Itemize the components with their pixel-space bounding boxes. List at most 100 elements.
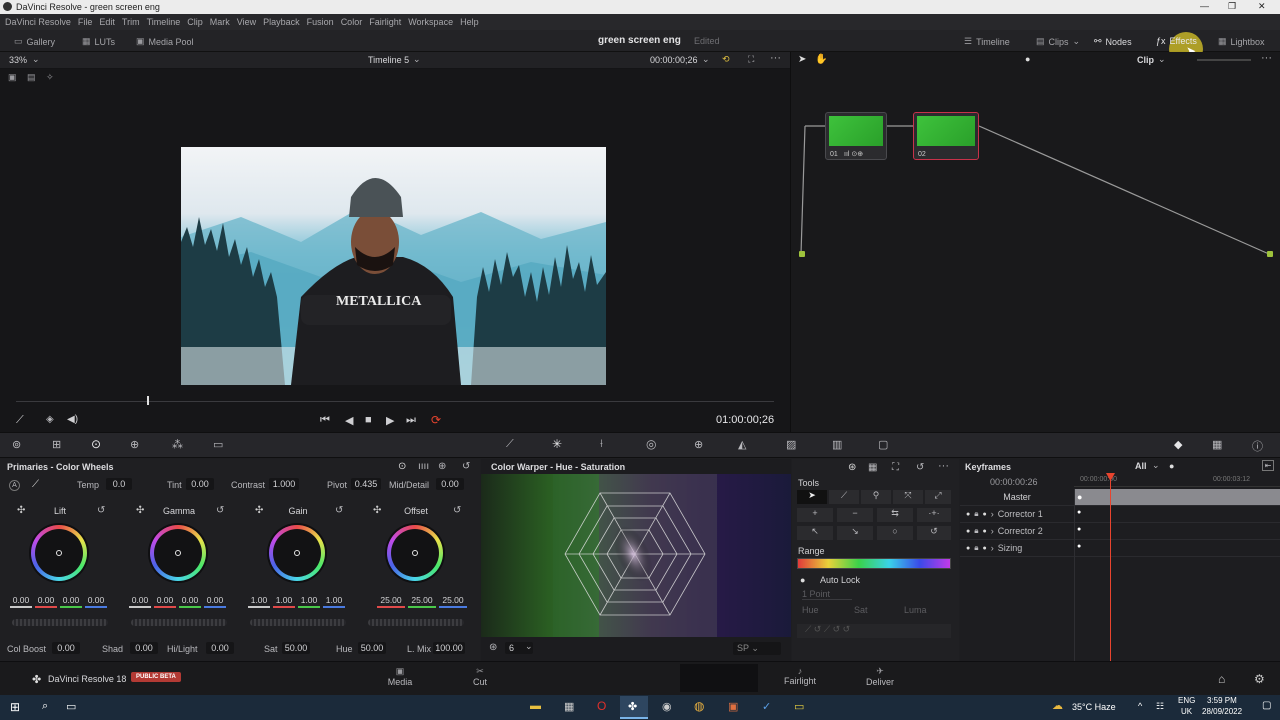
lift-value-field[interactable]: 0.00 (10, 595, 32, 608)
app-icon-1[interactable]: ▦ (564, 700, 574, 713)
qualifier-icon[interactable]: ⟊ (600, 438, 603, 451)
track-enable-icon[interactable]: ● (966, 511, 970, 518)
menu-item-file[interactable]: File (78, 17, 93, 27)
close-icon[interactable]: ✕ (1258, 1, 1266, 12)
cut-page-button[interactable]: ✂ Cut (466, 666, 494, 687)
menu-item-clip[interactable]: Clip (187, 17, 203, 27)
crosshair-icon[interactable]: ✣ (136, 505, 144, 516)
menu-item-davinci-resolve[interactable]: DaVinci Resolve (5, 17, 71, 27)
gamma-value-field[interactable]: 0.00 (129, 595, 151, 608)
reset-icon[interactable]: ↺ (462, 461, 470, 472)
color-warper-icon[interactable]: ✳ (552, 437, 562, 451)
more-options-icon[interactable]: ··· (938, 460, 949, 472)
motion-effects-icon[interactable]: ▭ (213, 438, 223, 451)
bars-mode-icon[interactable]: ıııı (418, 461, 429, 472)
media-page-button[interactable]: ▣ Media (386, 666, 414, 687)
reset-icon[interactable]: ↺ (97, 505, 105, 516)
pick-move-icon[interactable]: ↘ (837, 526, 873, 540)
keyframe-playhead[interactable] (1110, 473, 1111, 661)
offset-value-field[interactable]: 25.00 (377, 595, 405, 608)
blur-icon[interactable]: ▨ (786, 438, 796, 451)
search-icon[interactable]: ⌕ (42, 700, 48, 713)
offset-color-wheel[interactable] (385, 523, 445, 583)
wheel-handle[interactable] (175, 550, 181, 556)
log-mode-icon[interactable]: ⊕ (438, 461, 446, 472)
notification-icon[interactable]: ▢ (1262, 700, 1271, 711)
crosshair-icon[interactable]: ✣ (373, 505, 381, 516)
offset-value-field[interactable]: 25.00 (408, 595, 436, 608)
tray-chevron-icon[interactable]: ^ (1138, 701, 1142, 711)
3d-icon[interactable]: ▢ (878, 438, 888, 451)
tint-field[interactable]: 0.00 (186, 478, 214, 490)
menu-item-fairlight[interactable]: Fairlight (369, 17, 401, 27)
temp-field[interactable]: 0.0 (106, 478, 132, 490)
rgb-mixer-icon[interactable]: ⁂ (172, 438, 183, 451)
more-options-icon[interactable]: ··· (770, 52, 781, 64)
clear-icon[interactable]: ○ (877, 526, 913, 540)
lightbox-button[interactable]: ▦ Lightbox (1218, 36, 1265, 47)
convert-point-icon[interactable]: ⇆ (877, 508, 913, 522)
wheel-handle[interactable] (56, 550, 62, 556)
settings-gear-icon[interactable]: ⚙ (1254, 672, 1265, 686)
lift-value-field[interactable]: 0.00 (35, 595, 57, 608)
crosshair-icon[interactable]: ✣ (17, 505, 25, 516)
stop-icon[interactable]: ■ (365, 414, 372, 426)
autolock-radio-icon[interactable]: ● (800, 575, 805, 585)
keyframe-mode-icon[interactable]: ● (983, 528, 987, 535)
keyframe-dot-icon[interactable]: ● (1077, 509, 1081, 516)
deliver-page-button[interactable]: ✈ Deliver (864, 666, 896, 687)
white-balance-picker-icon[interactable]: ⟋ (32, 479, 39, 490)
hdr-wheels-icon[interactable]: ⊕ (130, 438, 139, 451)
zoom-select[interactable]: 33% (9, 55, 27, 65)
l-mix-field[interactable]: 100.00 (433, 642, 465, 654)
magic-mask-icon[interactable]: ◭ (738, 438, 746, 451)
nodes-toggle-button[interactable]: ⚯ Nodes (1094, 36, 1132, 47)
gain-value-field[interactable]: 1.00 (273, 595, 295, 608)
expand-keyframes-icon[interactable]: ⇤ (1262, 460, 1274, 471)
key-icon[interactable]: ▥ (832, 438, 842, 451)
gamma-master-slider[interactable] (131, 619, 227, 626)
node-01[interactable]: 01 ııl ⊙⊕ (825, 112, 887, 160)
lock-icon[interactable]: 🔒︎ (974, 526, 978, 536)
timeline-select[interactable]: Timeline 5 (368, 55, 409, 65)
keyframe-mode-icon[interactable]: ● (983, 545, 987, 552)
app-icon-4[interactable]: ▭ (794, 700, 804, 713)
spread-point-icon[interactable]: ·+· (917, 508, 951, 522)
task-view-icon[interactable]: ▭ (66, 700, 76, 713)
app-icon-2[interactable]: ◉ (662, 700, 672, 713)
expand-tool-icon[interactable]: ⤢ (925, 490, 951, 504)
track-enable-icon[interactable]: ● (966, 528, 970, 535)
app-icon-3[interactable]: ▣ (728, 700, 738, 713)
single-viewer-icon[interactable]: ▣ (8, 72, 17, 83)
output-icon[interactable] (1267, 251, 1273, 257)
menu-item-timeline[interactable]: Timeline (147, 17, 181, 27)
remove-point-icon[interactable]: − (837, 508, 873, 522)
keyframe-track[interactable]: ● 🔒︎ ● › Sizing ● (960, 540, 1280, 557)
luts-button[interactable]: ▦ LUTs (82, 36, 115, 47)
warper-tool-icon[interactable]: ⊛ (489, 642, 497, 653)
track-lane[interactable]: ● (1074, 523, 1280, 539)
middetail-field[interactable]: 0.00 (436, 478, 464, 490)
keyframe-dot-icon[interactable]: ● (1077, 526, 1081, 533)
keyframe-dot-icon[interactable]: ● (1077, 492, 1082, 502)
curves-icon[interactable]: ⟋ (506, 438, 514, 451)
fairlight-page-button[interactable]: ♪ Fairlight (783, 666, 817, 686)
reset-icon[interactable]: ↺ (453, 505, 461, 516)
chrome-icon[interactable]: ◍ (694, 699, 704, 713)
menu-item-mark[interactable]: Mark (210, 17, 230, 27)
add-point-icon[interactable]: + (797, 508, 833, 522)
contrast-field[interactable]: 1.000 (269, 478, 299, 490)
skip-to-start-icon[interactable]: ⏮ (320, 414, 330, 427)
col-boost-field[interactable]: 0.00 (52, 642, 80, 654)
lift-value-field[interactable]: 0.00 (60, 595, 82, 608)
reset-icon[interactable]: ↺ (335, 505, 343, 516)
menu-item-view[interactable]: View (237, 17, 256, 27)
keyframes-filter-select[interactable]: All (1135, 461, 1147, 471)
window-icon[interactable]: ◎ (646, 437, 656, 451)
scrubber-track[interactable] (16, 401, 774, 402)
gamma-value-field[interactable]: 0.00 (154, 595, 176, 608)
track-lane[interactable]: ● (1074, 506, 1280, 522)
highlight-icon[interactable]: ◈ (46, 414, 54, 425)
timeline-toggle-button[interactable]: ☰ Timeline (964, 36, 1010, 47)
expand-icon[interactable]: ⛶ (892, 462, 899, 473)
